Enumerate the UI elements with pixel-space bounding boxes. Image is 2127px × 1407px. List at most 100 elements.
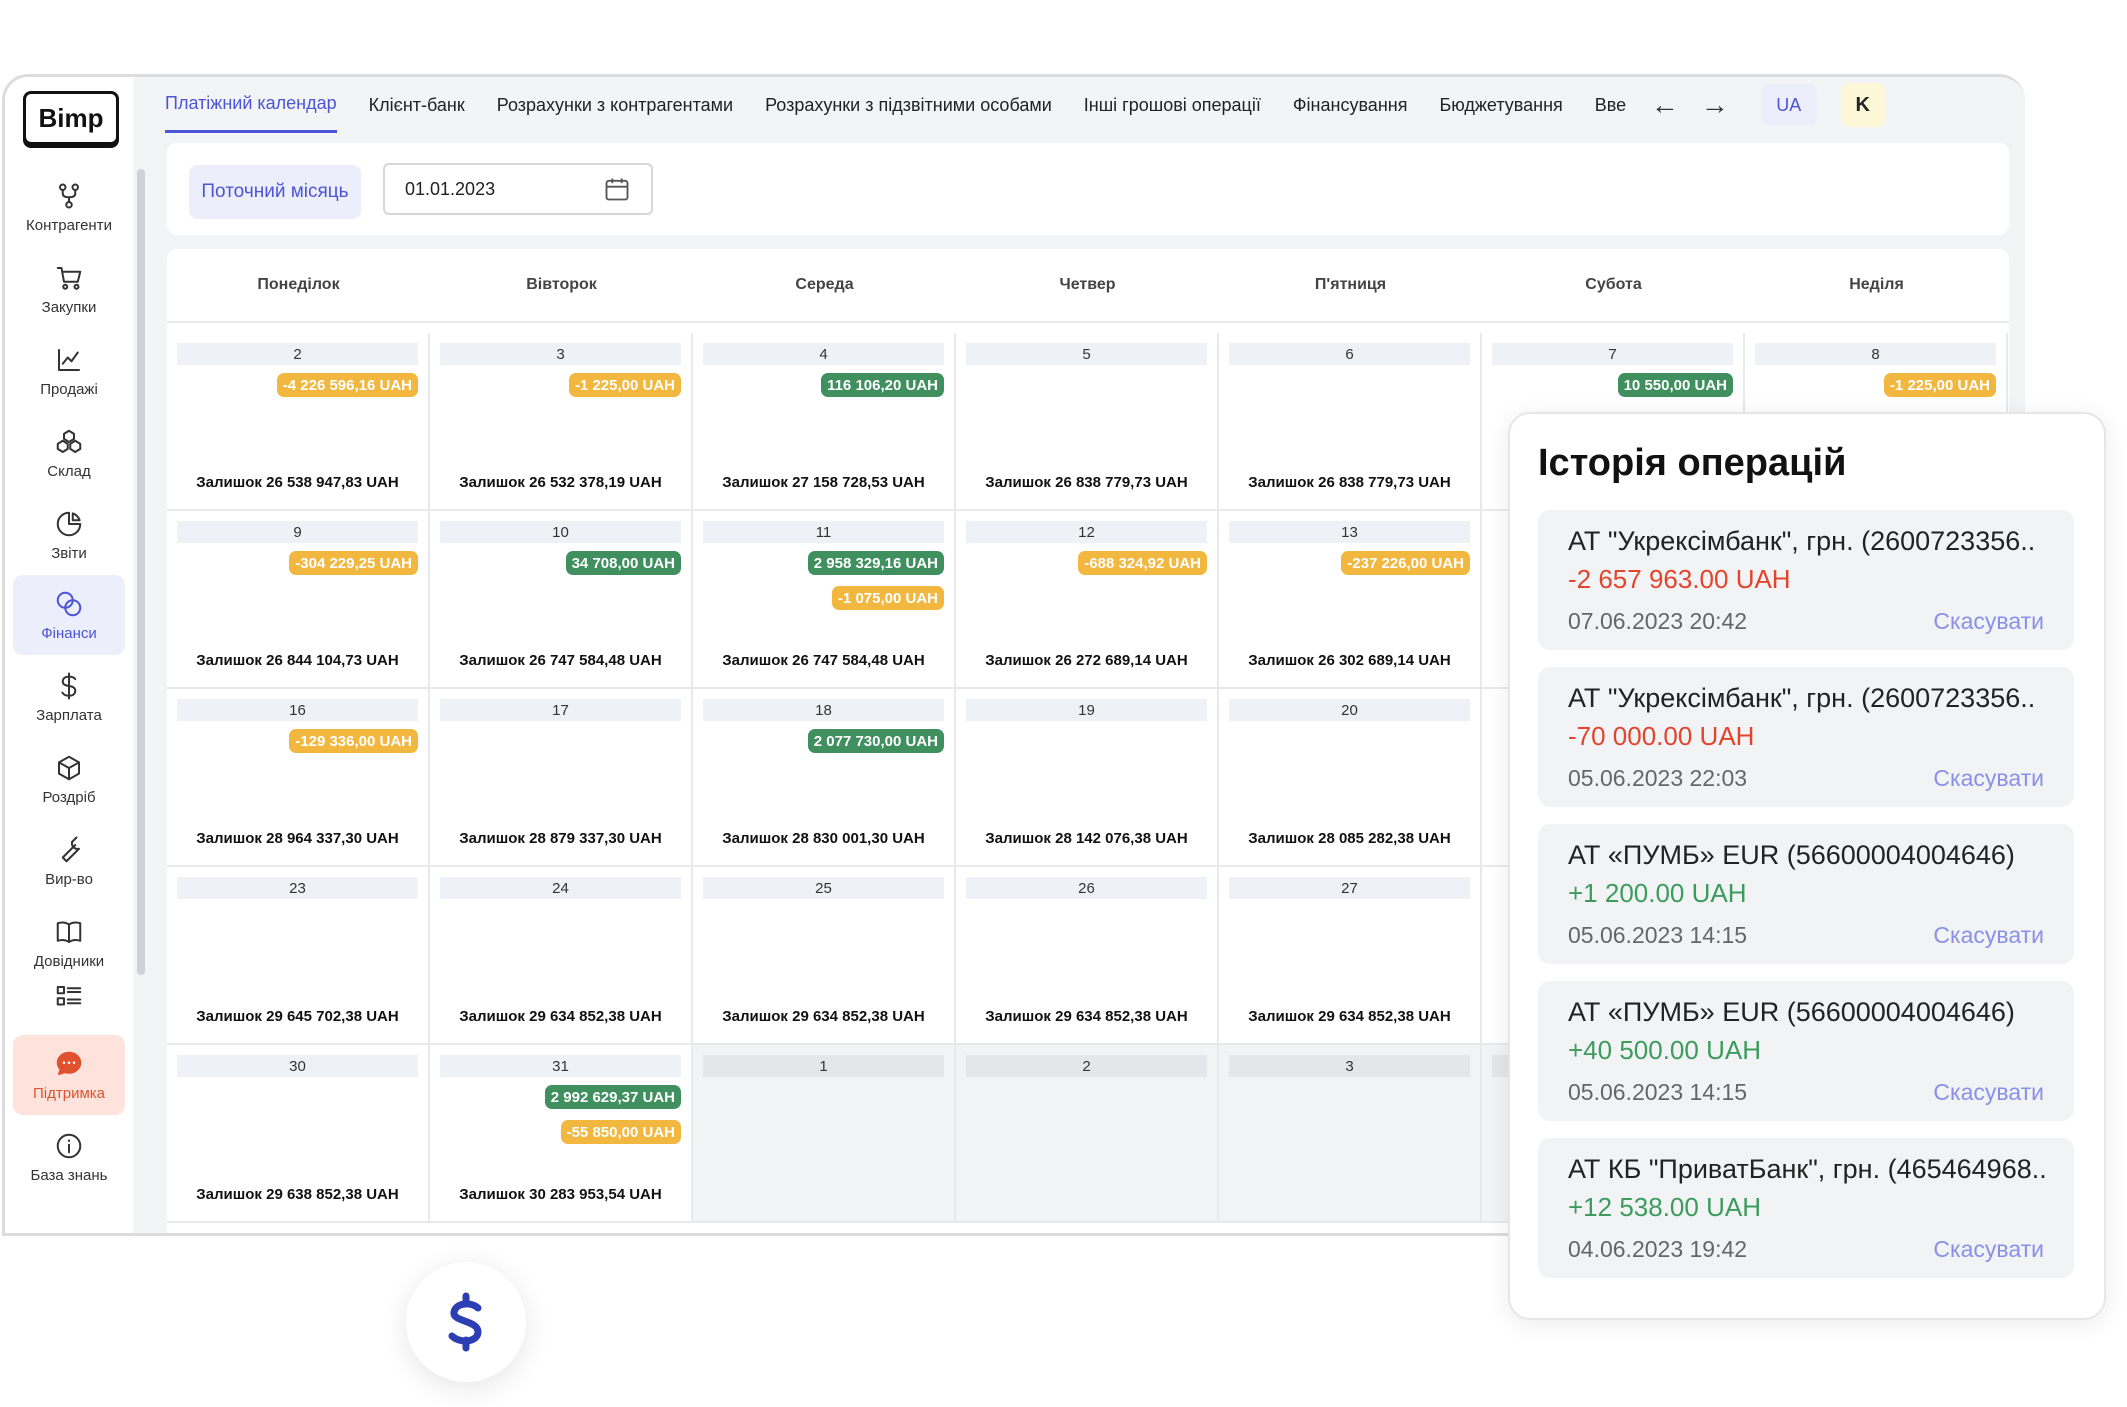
sidebar: Bimp Контрагенти Закупки Продажі Склад Звіти…: [5, 77, 133, 1233]
tab-2[interactable]: Розрахунки з контрагентами: [497, 77, 733, 133]
day-number: 20: [1229, 699, 1470, 721]
history-operation[interactable]: АТ «ПУМБ» EUR (56600004004646) +40 500.00…: [1538, 981, 2074, 1121]
sidebar-item-dollar[interactable]: Зарплата: [13, 657, 125, 737]
boxes-icon: [56, 429, 82, 453]
expense-badge[interactable]: -688 324,92 UAH: [1078, 551, 1207, 575]
calendar-day-cell[interactable]: 3: [1219, 1045, 1482, 1223]
expense-badge[interactable]: -1 075,00 UAH: [831, 586, 944, 610]
language-button[interactable]: UA: [1760, 84, 1817, 126]
sidebar-item-label: Склад: [47, 462, 91, 480]
day-number: 5: [966, 343, 1207, 365]
calendar-day-cell[interactable]: 1: [693, 1045, 956, 1223]
arrow-right-icon[interactable]: →: [1701, 89, 1729, 121]
sidebar-item-fork[interactable]: Контрагенти: [13, 167, 125, 247]
expense-badge[interactable]: -237 226,00 UAH: [1341, 551, 1470, 575]
sidebar-item-book[interactable]: Довідники: [13, 903, 125, 983]
sidebar-scrollbar[interactable]: [137, 169, 145, 975]
logo[interactable]: Bimp: [23, 91, 119, 145]
operation-amount: +1 200.00 UAH: [1568, 878, 1747, 908]
sidebar-item-list[interactable]: [13, 977, 125, 1017]
income-badge[interactable]: 2 992 629,37 UAH: [544, 1085, 681, 1109]
sidebar-item-info[interactable]: База знань: [13, 1117, 125, 1197]
sidebar-item-pie[interactable]: Звіти: [13, 495, 125, 575]
sidebar-item-coins[interactable]: Фінанси: [13, 575, 125, 655]
cancel-button[interactable]: Скасувати: [1933, 1236, 2044, 1263]
expense-badge[interactable]: -55 850,00 UAH: [560, 1120, 681, 1144]
tab-0[interactable]: Платіжний календар: [165, 77, 337, 133]
date-field[interactable]: 01.01.2023: [383, 163, 653, 215]
sidebar-item-chart-line[interactable]: Продажі: [13, 331, 125, 411]
day-number: 9: [177, 521, 418, 543]
cancel-button[interactable]: Скасувати: [1933, 608, 2044, 635]
history-operation[interactable]: АТ "Укрексімбанк", грн. (2600723356.. -2 …: [1538, 510, 2074, 650]
day-number: 23: [177, 877, 418, 899]
expense-badge[interactable]: -129 336,00 UAH: [289, 729, 418, 753]
weekday-label: П'ятниця: [1314, 276, 1387, 293]
calendar-day-cell[interactable]: 3 -1 225,00 UAH Залишок 26 532 378,19 UAH: [430, 333, 693, 511]
sidebar-item-wrench[interactable]: Вир-во: [13, 821, 125, 901]
calendar-icon[interactable]: [603, 175, 631, 203]
calendar-day-cell[interactable]: 18 2 077 730,00 UAH Залишок 28 830 001,30 …: [693, 689, 956, 867]
avatar[interactable]: K: [1840, 83, 1885, 127]
tab-4[interactable]: Інші грошові операції: [1084, 77, 1261, 133]
calendar-day-cell[interactable]: 26 Залишок 29 634 852,38 UAH: [956, 867, 1219, 1045]
sidebar-item-label: Роздріб: [42, 788, 96, 806]
expense-badge[interactable]: -4 226 596,16 UAH: [276, 373, 418, 397]
calendar-day-cell[interactable]: 24 Залишок 29 634 852,38 UAH: [430, 867, 693, 1045]
calendar-day-cell[interactable]: 6 Залишок 26 838 779,73 UAH: [1219, 333, 1482, 511]
history-operation[interactable]: АТ «ПУМБ» EUR (56600004004646) +1 200.00 …: [1538, 824, 2074, 964]
income-badge[interactable]: 116 106,20 UAH: [821, 373, 944, 397]
calendar-day-cell[interactable]: 11 2 958 329,16 UAH -1 075,00 UAH Залишок 2…: [693, 511, 956, 689]
calendar-day-cell[interactable]: 4 116 106,20 UAH Залишок 27 158 728,53 UAH: [693, 333, 956, 511]
sidebar-item-cube[interactable]: Роздріб: [13, 739, 125, 819]
calendar-day-cell[interactable]: 13 -237 226,00 UAH Залишок 26 302 689,14 U…: [1219, 511, 1482, 689]
calendar-day-cell[interactable]: 5 Залишок 26 838 779,73 UAH: [956, 333, 1219, 511]
day-balance: Залишок 29 645 702,38 UAH: [196, 1008, 399, 1025]
calendar-day-cell[interactable]: 16 -129 336,00 UAH Залишок 28 964 337,30 U…: [167, 689, 430, 867]
expense-badge[interactable]: -1 225,00 UAH: [1883, 373, 1996, 397]
current-month-button[interactable]: Поточний місяць: [189, 165, 361, 219]
sidebar-item-chat[interactable]: Підтримка: [13, 1035, 125, 1115]
expense-badge[interactable]: -1 225,00 UAH: [568, 373, 681, 397]
tab-6[interactable]: Бюджетування: [1439, 77, 1562, 133]
tab-3[interactable]: Розрахунки з підзвітними особами: [765, 77, 1052, 133]
cancel-button[interactable]: Скасувати: [1933, 922, 2044, 949]
tab-5[interactable]: Фінансування: [1293, 77, 1408, 133]
tab-1[interactable]: Клієнт-банк: [369, 77, 465, 133]
day-number: 1: [703, 1055, 944, 1077]
operation-account: АТ "Укрексімбанк", грн. (2600723356..: [1568, 526, 2036, 556]
sidebar-item-label: Фінанси: [41, 624, 97, 642]
expense-badge[interactable]: -304 229,25 UAH: [289, 551, 418, 575]
calendar-day-cell[interactable]: 25 Залишок 29 634 852,38 UAH: [693, 867, 956, 1045]
income-badge[interactable]: 2 077 730,00 UAH: [807, 729, 944, 753]
calendar-day-cell[interactable]: 30 Залишок 29 638 852,38 UAH: [167, 1045, 430, 1223]
day-number: 2: [966, 1055, 1207, 1077]
income-badge[interactable]: 2 958 329,16 UAH: [807, 551, 944, 575]
history-operation[interactable]: АТ КБ "ПриватБанк", грн. (465464968.. +12…: [1538, 1138, 2074, 1278]
sidebar-item-label: Звіти: [51, 544, 87, 562]
sidebar-item-boxes[interactable]: Склад: [13, 413, 125, 493]
calendar-day-cell[interactable]: 20 Залишок 28 085 282,38 UAH: [1219, 689, 1482, 867]
calendar-day-cell[interactable]: 12 -688 324,92 UAH Залишок 26 272 689,14 U…: [956, 511, 1219, 689]
operation-amount: -2 657 963.00 UAH: [1568, 564, 1791, 594]
calendar-day-cell[interactable]: 10 34 708,00 UAH Залишок 26 747 584,48 UAH: [430, 511, 693, 689]
day-balance: Залишок 28 879 337,30 UAH: [459, 830, 662, 847]
history-operation[interactable]: АТ "Укрексімбанк", грн. (2600723356.. -70…: [1538, 667, 2074, 807]
calendar-day-cell[interactable]: 2: [956, 1045, 1219, 1223]
operation-account: АТ КБ "ПриватБанк", грн. (465464968..: [1568, 1154, 2047, 1184]
calendar-day-cell[interactable]: 27 Залишок 29 634 852,38 UAH: [1219, 867, 1482, 1045]
day-balance: Залишок 29 634 852,38 UAH: [459, 1008, 662, 1025]
arrow-left-icon[interactable]: ←: [1651, 89, 1679, 121]
calendar-day-cell[interactable]: 31 2 992 629,37 UAH -55 850,00 UAH Залишок …: [430, 1045, 693, 1223]
income-badge[interactable]: 34 708,00 UAH: [565, 551, 681, 575]
cancel-button[interactable]: Скасувати: [1933, 765, 2044, 792]
calendar-day-cell[interactable]: 17 Залишок 28 879 337,30 UAH: [430, 689, 693, 867]
tab-7[interactable]: Вве: [1595, 77, 1631, 133]
calendar-day-cell[interactable]: 19 Залишок 28 142 076,38 UAH: [956, 689, 1219, 867]
sidebar-item-cart[interactable]: Закупки: [13, 249, 125, 329]
calendar-day-cell[interactable]: 9 -304 229,25 UAH Залишок 26 844 104,73 UA…: [167, 511, 430, 689]
calendar-day-cell[interactable]: 2 -4 226 596,16 UAH Залишок 26 538 947,83 …: [167, 333, 430, 511]
income-badge[interactable]: 10 550,00 UAH: [1617, 373, 1733, 397]
cancel-button[interactable]: Скасувати: [1933, 1079, 2044, 1106]
calendar-day-cell[interactable]: 23 Залишок 29 645 702,38 UAH: [167, 867, 430, 1045]
